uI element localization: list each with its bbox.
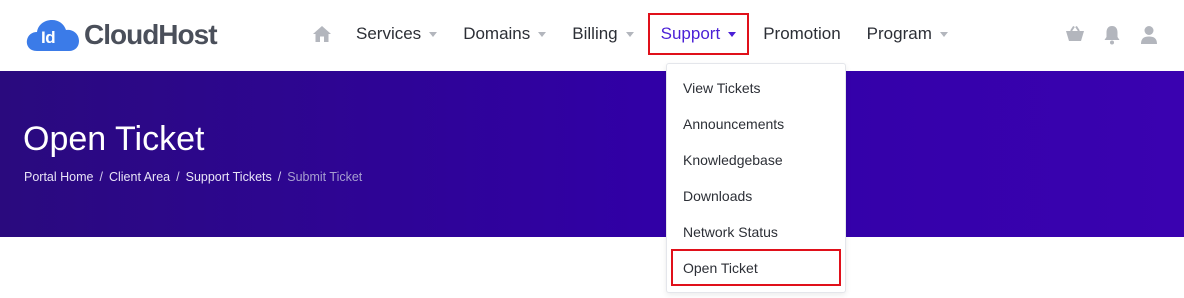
- main-nav: Services Domains Billing Support Promoti…: [310, 13, 974, 55]
- menu-item-network-status[interactable]: Network Status: [667, 214, 845, 250]
- page: Id CloudHost Services Domains Billing Su…: [0, 0, 1184, 298]
- bell-icon: [1104, 26, 1120, 45]
- header-actions: [1065, 24, 1159, 46]
- nav-support[interactable]: Support: [647, 13, 750, 55]
- page-hero: Open Ticket Portal Home / Client Area / …: [0, 71, 1184, 237]
- nav-services[interactable]: Services: [356, 14, 438, 54]
- breadcrumb-support-tickets[interactable]: Support Tickets: [186, 170, 272, 184]
- chevron-down-icon: [625, 32, 634, 37]
- brand-logo[interactable]: Id CloudHost: [25, 16, 218, 54]
- nav-program[interactable]: Program: [867, 14, 948, 54]
- nav-support-label: Support: [660, 24, 721, 43]
- top-header: Id CloudHost Services Domains Billing Su…: [0, 0, 1184, 71]
- breadcrumb-separator: /: [176, 170, 180, 184]
- account-button[interactable]: [1139, 24, 1159, 46]
- breadcrumb-separator: /: [99, 170, 103, 184]
- chevron-down-icon: [728, 32, 737, 37]
- nav-domains-label: Domains: [463, 24, 531, 43]
- nav-services-label: Services: [356, 24, 422, 43]
- breadcrumb-separator: /: [277, 170, 282, 184]
- cart-button[interactable]: [1065, 24, 1085, 46]
- breadcrumb-portal-home[interactable]: Portal Home: [24, 170, 93, 184]
- nav-home[interactable]: [310, 14, 334, 54]
- home-icon: [313, 26, 331, 42]
- user-icon: [1141, 26, 1157, 44]
- menu-item-view-tickets[interactable]: View Tickets: [667, 70, 845, 106]
- cloud-logo-icon: Id: [25, 17, 81, 53]
- brand-name: CloudHost: [84, 19, 218, 50]
- page-title: Open Ticket: [23, 120, 205, 158]
- support-dropdown-menu: View Tickets Announcements Knowledgebase…: [666, 63, 846, 293]
- menu-item-knowledgebase[interactable]: Knowledgebase: [667, 142, 845, 178]
- nav-promotion[interactable]: Promotion: [763, 14, 840, 54]
- breadcrumb-submit-ticket: Submit Ticket: [287, 170, 363, 184]
- nav-promotion-label: Promotion: [763, 24, 841, 43]
- chevron-down-icon: [939, 32, 948, 37]
- chevron-down-icon: [538, 32, 547, 37]
- logo-badge: Id: [41, 28, 56, 47]
- notifications-button[interactable]: [1102, 24, 1122, 46]
- cart-icon: [1066, 26, 1084, 41]
- menu-item-downloads[interactable]: Downloads: [667, 178, 845, 214]
- chevron-down-icon: [429, 32, 438, 37]
- menu-item-open-ticket[interactable]: Open Ticket: [671, 249, 841, 286]
- nav-billing[interactable]: Billing: [572, 14, 634, 54]
- breadcrumb: Portal Home / Client Area / Support Tick…: [24, 170, 362, 184]
- nav-program-label: Program: [866, 24, 932, 43]
- nav-domains[interactable]: Domains: [463, 14, 547, 54]
- menu-item-announcements[interactable]: Announcements: [667, 106, 845, 142]
- nav-billing-label: Billing: [572, 24, 618, 43]
- breadcrumb-client-area[interactable]: Client Area: [109, 170, 170, 184]
